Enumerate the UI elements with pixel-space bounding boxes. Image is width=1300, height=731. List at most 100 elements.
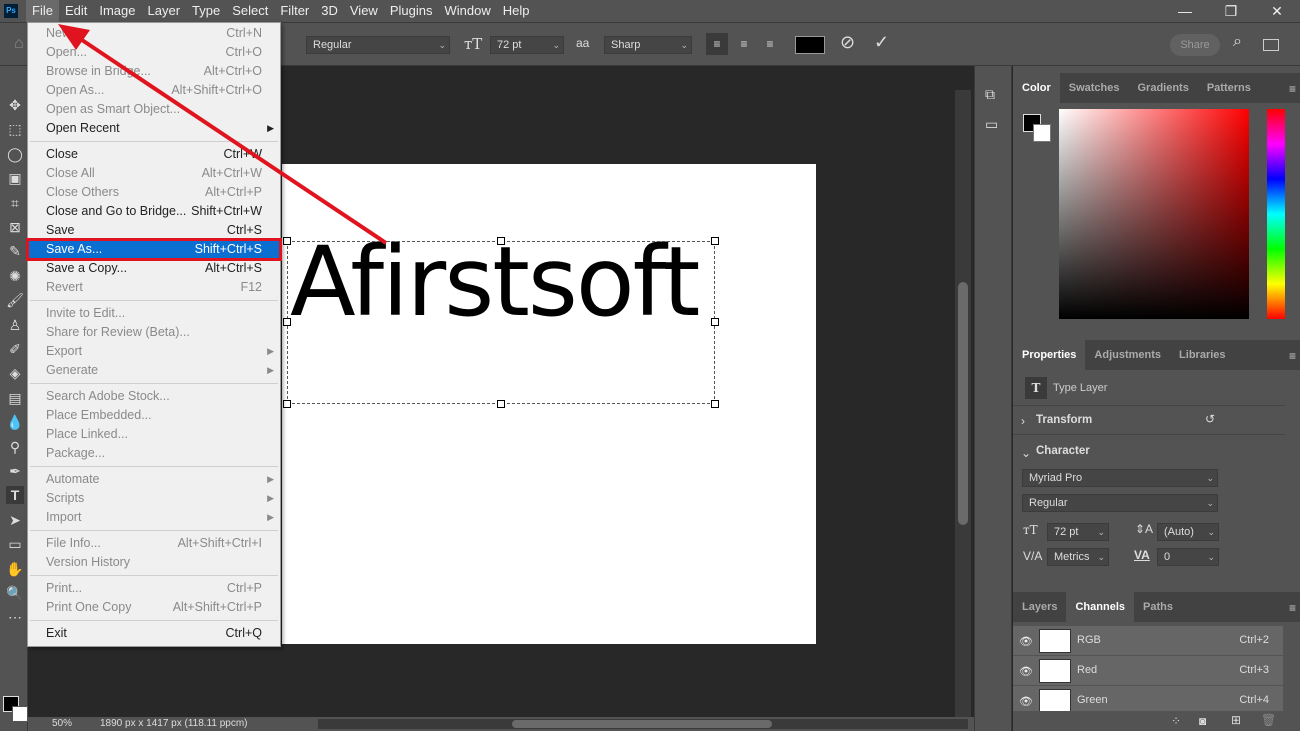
commit-check-icon[interactable]: ✓	[874, 32, 889, 53]
minimize-button[interactable]: —	[1162, 0, 1208, 22]
menu-item-share-for-review-beta[interactable]: Share for Review (Beta)...	[28, 323, 280, 342]
menu-edit[interactable]: Edit	[59, 0, 93, 22]
transform-handle[interactable]	[711, 318, 719, 326]
channel-row[interactable]: 👁 RGB Ctrl+2	[1013, 626, 1283, 656]
vertical-scrollbar[interactable]	[955, 90, 971, 717]
font-size-dropdown[interactable]: 72 pt ⌄	[490, 36, 564, 54]
lasso-tool-icon[interactable]: ◯	[6, 145, 24, 163]
transform-section[interactable]: › Transform ↺	[1013, 405, 1285, 435]
tracking-dropdown[interactable]: 0 ⌄	[1157, 548, 1219, 566]
menu-item-print-one-copy[interactable]: Print One Copy Alt+Shift+Ctrl+P	[28, 598, 280, 617]
transform-handle[interactable]	[283, 400, 291, 408]
character-section[interactable]: Character	[1036, 445, 1090, 457]
tab-gradients[interactable]: Gradients	[1128, 73, 1197, 103]
antialias-dropdown[interactable]: Sharp ⌄	[604, 36, 692, 54]
share-button[interactable]: Share	[1170, 34, 1220, 56]
healing-tool-icon[interactable]: ✺	[6, 267, 24, 285]
panel-menu-icon[interactable]: ≡	[1289, 82, 1296, 96]
visibility-eye-icon[interactable]: 👁	[1019, 665, 1033, 678]
panel-menu-icon[interactable]: ≡	[1289, 601, 1296, 615]
menu-item-close[interactable]: Close Ctrl+W	[28, 145, 280, 164]
background-color[interactable]	[1033, 124, 1051, 142]
hand-tool-icon[interactable]: ✋	[6, 560, 24, 578]
text-color-swatch[interactable]	[795, 36, 825, 54]
more-tools-icon[interactable]: ⋯	[6, 608, 24, 626]
stamp-tool-icon[interactable]: ♙	[6, 316, 24, 334]
menu-item-close-all[interactable]: Close All Alt+Ctrl+W	[28, 164, 280, 183]
menu-item-import[interactable]: Import ▶	[28, 508, 280, 527]
tab-libraries[interactable]: Libraries	[1170, 340, 1234, 370]
delete-channel-icon[interactable]: 🗑	[1261, 713, 1276, 727]
horizontal-scrollbar[interactable]	[318, 719, 968, 729]
tab-patterns[interactable]: Patterns	[1198, 73, 1260, 103]
menu-item-close-others[interactable]: Close Others Alt+Ctrl+P	[28, 183, 280, 202]
menu-item-invite-to-edit[interactable]: Invite to Edit...	[28, 304, 280, 323]
menu-item-file-info[interactable]: File Info... Alt+Shift+Ctrl+I	[28, 534, 280, 553]
dodge-tool-icon[interactable]: ⚲	[6, 438, 24, 456]
menu-item-open-as[interactable]: Open As... Alt+Shift+Ctrl+O	[28, 81, 280, 100]
tab-swatches[interactable]: Swatches	[1060, 73, 1129, 103]
menu-select[interactable]: Select	[226, 0, 274, 22]
frame-tool-icon[interactable]: ⊠	[6, 218, 24, 236]
color-field[interactable]	[1059, 109, 1249, 319]
home-icon[interactable]: ⌂	[14, 35, 24, 53]
tab-color[interactable]: Color	[1013, 73, 1060, 103]
menu-item-package[interactable]: Package...	[28, 444, 280, 463]
menu-item-open-as-smart-object[interactable]: Open as Smart Object...	[28, 100, 280, 119]
menu-window[interactable]: Window	[438, 0, 496, 22]
hue-slider[interactable]	[1267, 109, 1285, 319]
kerning-dropdown[interactable]: Metrics ⌄	[1047, 548, 1109, 566]
menu-item-place-embedded[interactable]: Place Embedded...	[28, 406, 280, 425]
menu-layer[interactable]: Layer	[142, 0, 187, 22]
menu-view[interactable]: View	[344, 0, 384, 22]
visibility-eye-icon[interactable]: 👁	[1019, 635, 1033, 648]
object-select-tool-icon[interactable]: ▣	[6, 169, 24, 187]
rectangle-tool-icon[interactable]: ▭	[6, 535, 24, 553]
menu-item-save-as[interactable]: Save As... Shift+Ctrl+S	[26, 238, 282, 261]
menu-item-search-adobe-stock[interactable]: Search Adobe Stock...	[28, 387, 280, 406]
transform-handle[interactable]	[711, 237, 719, 245]
align-right-button[interactable]: ≡	[762, 33, 778, 55]
marquee-tool-icon[interactable]: ⬚	[6, 120, 24, 138]
menu-item-save-a-copy[interactable]: Save a Copy... Alt+Ctrl+S	[28, 259, 280, 278]
menu-item-browse-in-bridge[interactable]: Browse in Bridge... Alt+Ctrl+O	[28, 62, 280, 81]
channel-row[interactable]: 👁 Green Ctrl+4	[1013, 686, 1283, 711]
font-style-dropdown[interactable]: Regular ⌄	[1022, 494, 1218, 512]
visibility-eye-icon[interactable]: 👁	[1019, 695, 1033, 708]
menu-item-open[interactable]: Open... Ctrl+O	[28, 43, 280, 62]
menu-item-print[interactable]: Print... Ctrl+P	[28, 579, 280, 598]
menu-item-revert[interactable]: Revert F12	[28, 278, 280, 297]
workspace-icon[interactable]	[1263, 39, 1279, 51]
history-brush-icon[interactable]: ✐	[6, 340, 24, 358]
tab-adjustments[interactable]: Adjustments	[1085, 340, 1170, 370]
zoom-level[interactable]: 50%	[52, 717, 72, 731]
tab-channels[interactable]: Channels	[1066, 592, 1134, 622]
menu-item-exit[interactable]: Exit Ctrl+Q	[28, 624, 280, 643]
tab-paths[interactable]: Paths	[1134, 592, 1182, 622]
font-style-dropdown[interactable]: Regular ⌄	[306, 36, 450, 54]
menu-help[interactable]: Help	[497, 0, 536, 22]
menu-item-close-and-go-to-bridge[interactable]: Close and Go to Bridge... Shift+Ctrl+W	[28, 202, 280, 221]
menu-type[interactable]: Type	[186, 0, 226, 22]
move-tool-icon[interactable]: ✥	[6, 96, 24, 114]
transform-handle[interactable]	[497, 400, 505, 408]
zoom-tool-icon[interactable]: 🔍	[6, 584, 24, 602]
cancel-icon[interactable]: ⊘	[840, 32, 855, 53]
menu-item-generate[interactable]: Generate ▶	[28, 361, 280, 380]
menu-item-export[interactable]: Export ▶	[28, 342, 280, 361]
menu-3d[interactable]: 3D	[315, 0, 344, 22]
blur-tool-icon[interactable]: 💧	[6, 413, 24, 431]
comments-icon[interactable]: ▭	[985, 116, 998, 133]
menu-file[interactable]: File	[26, 0, 59, 22]
leading-dropdown[interactable]: (Auto) ⌄	[1157, 523, 1219, 541]
close-window-button[interactable]: ✕	[1254, 0, 1300, 22]
transform-handle[interactable]	[283, 237, 291, 245]
save-selection-icon[interactable]: ◙	[1199, 714, 1206, 728]
menu-item-scripts[interactable]: Scripts ▶	[28, 489, 280, 508]
history-icon[interactable]: ⧉	[985, 86, 995, 103]
crop-tool-icon[interactable]: ⌗	[6, 194, 24, 212]
pen-tool-icon[interactable]: ✒	[6, 462, 24, 480]
menu-item-place-linked[interactable]: Place Linked...	[28, 425, 280, 444]
menu-item-automate[interactable]: Automate ▶	[28, 470, 280, 489]
menu-item-save[interactable]: Save Ctrl+S	[28, 221, 280, 240]
